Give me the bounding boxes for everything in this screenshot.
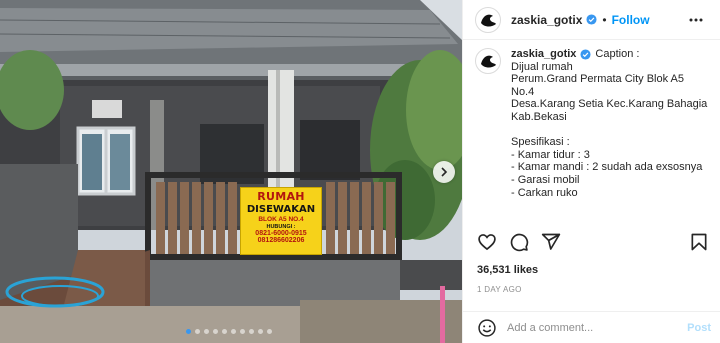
carousel-dot	[204, 329, 209, 334]
carousel-indicator	[186, 329, 272, 334]
caption-line: Desa.Karang Setia Kec.Karang Bahagia	[511, 98, 708, 111]
sign-phone-2: 081286602206	[257, 237, 305, 244]
caption-heading: Caption :	[595, 48, 640, 60]
caption-head: zaskia_gotix Caption :	[511, 48, 711, 61]
sign-block: BLOK A5 NO.4	[258, 216, 304, 223]
sign-subtitle: DISEWAKAN	[246, 204, 316, 215]
caption-text: zaskia_gotix Caption : Dijual rumah Peru…	[511, 48, 711, 199]
comment-icon[interactable]	[509, 232, 529, 252]
carousel-dot	[222, 329, 227, 334]
next-photo-button[interactable]	[433, 161, 455, 183]
action-bar	[477, 232, 709, 252]
carousel-dot	[231, 329, 236, 334]
caption-scroll-area[interactable]: zaskia_gotix Caption : Dijual rumah Peru…	[463, 48, 720, 218]
carousel-dot	[240, 329, 245, 334]
rent-sign: RUMAH DISEWAKAN BLOK A5 NO.4 HUBUNGI : 0…	[240, 187, 322, 255]
heart-icon[interactable]	[477, 232, 497, 252]
post-header: zaskia_gotix • Follow	[463, 0, 720, 40]
carousel-dot	[213, 329, 218, 334]
more-options-icon[interactable]	[688, 12, 704, 28]
carousel-dot	[186, 329, 191, 334]
comment-bar: Post	[463, 311, 720, 343]
caption-line: Kab.Bekasi	[511, 110, 567, 123]
post-comment-button[interactable]: Post	[687, 322, 711, 334]
separator-dot: •	[602, 12, 607, 27]
post-side-panel: zaskia_gotix • Follow zaskia_gotix Capti…	[462, 0, 720, 343]
caption-line: - Kamar tidur : 3	[511, 148, 590, 161]
house-photo	[0, 0, 462, 343]
follow-button[interactable]: Follow	[612, 13, 650, 27]
caption-line: - Kamar mandi : 2 sudah ada exsosnya	[511, 161, 703, 174]
verified-badge-icon	[580, 49, 591, 60]
bookmark-icon[interactable]	[689, 232, 709, 252]
post-timestamp[interactable]: 1 DAY AGO	[477, 285, 522, 294]
avatar-logo-icon	[478, 9, 498, 30]
avatar[interactable]	[475, 6, 501, 33]
carousel-dot	[267, 329, 272, 334]
caption-line: - Garasi mobil	[511, 173, 580, 186]
sign-title: RUMAH	[257, 190, 305, 203]
caption-row: zaskia_gotix Caption : Dijual rumah Peru…	[475, 48, 720, 199]
carousel-dot	[195, 329, 200, 334]
instagram-post: RUMAH DISEWAKAN BLOK A5 NO.4 HUBUNGI : 0…	[0, 0, 720, 343]
caption-username[interactable]: zaskia_gotix	[511, 48, 576, 61]
caption-line: - Carkan ruko	[511, 186, 578, 199]
caption-line: No.4	[511, 85, 535, 98]
post-photo[interactable]: RUMAH DISEWAKAN BLOK A5 NO.4 HUBUNGI : 0…	[0, 0, 462, 343]
carousel-dot	[249, 329, 254, 334]
chevron-right-icon	[441, 167, 448, 177]
carousel-dot	[258, 329, 263, 334]
likes-count[interactable]: 36,531 likes	[477, 264, 538, 276]
caption-line: Perum.Grand Permata City Blok A5	[511, 73, 685, 86]
caption-avatar[interactable]	[475, 48, 501, 74]
caption-line: Dijual rumah	[511, 60, 573, 73]
comment-input[interactable]	[507, 321, 677, 334]
emoji-icon[interactable]	[477, 318, 497, 338]
verified-badge-icon	[586, 14, 597, 25]
avatar-logo-icon	[478, 51, 498, 71]
send-icon[interactable]	[541, 232, 561, 252]
sign-phone-1: 0821-6000-0915	[255, 230, 307, 237]
caption-line: Spesifikasi :	[511, 136, 570, 149]
username-link[interactable]: zaskia_gotix	[511, 13, 582, 27]
